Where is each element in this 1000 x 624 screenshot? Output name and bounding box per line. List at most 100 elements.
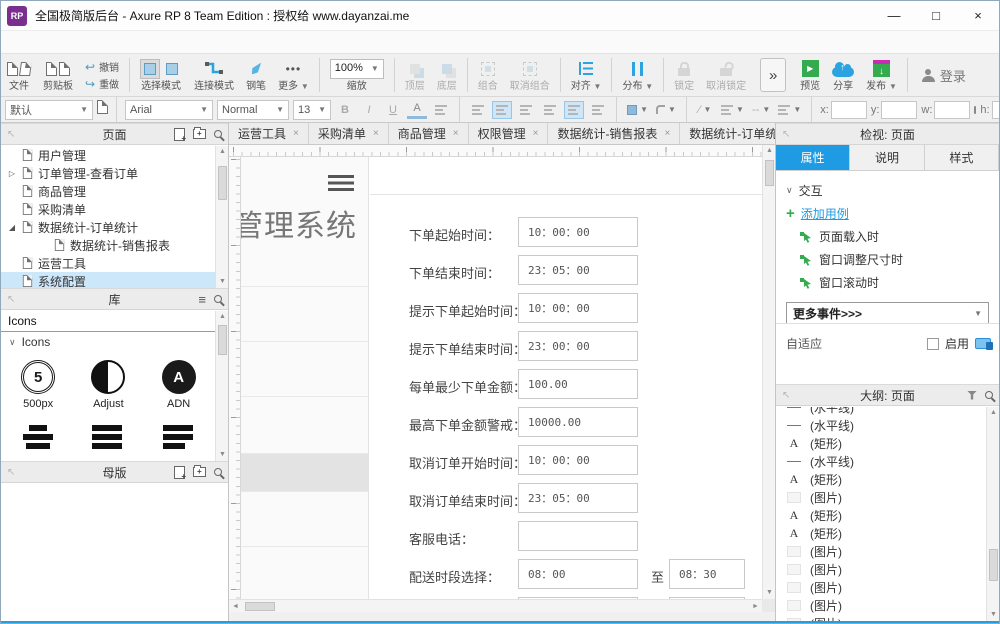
library-widget[interactable]: Adjust [73, 354, 143, 416]
scroll-down-icon[interactable]: ▼ [216, 449, 229, 461]
canvas-tab[interactable]: 商品管理 × [388, 123, 469, 144]
collapse-panel-icon[interactable]: ↖ [782, 129, 790, 140]
inspector-tab[interactable]: 属性 [776, 145, 851, 170]
edit-style-icon[interactable] [97, 100, 108, 119]
page-tree-item[interactable]: 订单管理-查看订单 [1, 164, 228, 182]
unlock-button[interactable]: 取消锁定 [700, 57, 752, 94]
line-width-button[interactable]: ▼ [719, 101, 746, 119]
collapse-panel-icon[interactable]: ↖ [7, 294, 15, 305]
redo-button[interactable]: ↪ 重做 [85, 76, 119, 92]
page-tree-item[interactable]: 商品管理 [1, 182, 228, 200]
menu-item[interactable] [91, 31, 109, 53]
event-item[interactable]: 页面载入时 [786, 225, 989, 248]
distribute-button[interactable]: 分布 ▼ [616, 57, 659, 94]
inspector-tab[interactable]: 样式 [924, 145, 999, 170]
connect-mode-button[interactable]: 连接模式 [188, 57, 240, 94]
tree-expander-icon[interactable] [7, 169, 17, 178]
canvas-tab[interactable]: 运营工具 × [229, 123, 309, 144]
adaptive-views-icon[interactable] [975, 338, 993, 350]
add-folder-icon[interactable] [193, 127, 206, 139]
menu-item[interactable] [109, 31, 127, 53]
close-button[interactable]: × [957, 1, 999, 31]
canvas-tab[interactable]: 数据统计-销售报表 × [548, 123, 681, 144]
page-tree-item[interactable]: 运营工具 [1, 254, 228, 272]
outline-item[interactable]: (图片) [776, 596, 985, 614]
library-widget[interactable] [144, 416, 214, 462]
line-color-button[interactable]: ∕ ▼ [695, 101, 715, 119]
outline-item[interactable]: (矩形) [776, 506, 985, 524]
bullet-list-button[interactable] [431, 101, 451, 119]
scroll-down-icon[interactable]: ▼ [216, 276, 228, 288]
font-size-select[interactable]: 13 ▼ [293, 99, 331, 120]
group-button[interactable]: 组合 [472, 57, 504, 94]
y-coordinate-field[interactable]: y: [871, 100, 918, 119]
outline-item[interactable]: (图片) [776, 488, 985, 506]
arrow-style-button[interactable]: ▼ [776, 101, 803, 119]
line-style-button[interactable]: -- ▼ [750, 101, 772, 119]
canvas-vertical-scrollbar[interactable]: ▲ ▼ [762, 145, 775, 599]
scroll-up-icon[interactable]: ▲ [216, 146, 228, 158]
font-weight-select[interactable]: Normal ▼ [217, 99, 289, 120]
font-family-select[interactable]: Arial ▼ [125, 99, 213, 120]
outline-item[interactable]: (图片) [776, 542, 985, 560]
menu-item[interactable] [37, 31, 55, 53]
event-item[interactable]: 窗口调整尺寸时 [786, 248, 989, 271]
search-icon[interactable] [985, 391, 993, 399]
login-button[interactable]: 登录 [912, 66, 976, 85]
scroll-down-icon[interactable]: ▼ [763, 587, 776, 599]
scroll-up-icon[interactable]: ▲ [216, 311, 229, 323]
link-dimensions-icon[interactable] [974, 105, 977, 114]
x-coordinate-field[interactable]: x: [820, 100, 867, 119]
align-middle-button[interactable] [564, 100, 584, 119]
interaction-section-header[interactable]: ∨ 交互 [786, 179, 989, 201]
pen-button[interactable]: 钢笔 [240, 57, 272, 94]
form-input[interactable]: 23：00：00 [518, 331, 638, 361]
scrollbar-thumb[interactable] [988, 549, 998, 581]
form-input[interactable]: 10：00：00 [518, 445, 638, 475]
form-input[interactable]: 10：00：00 [518, 217, 638, 247]
page-tree-item[interactable]: 采购清单 [1, 200, 228, 218]
maximize-button[interactable]: □ [915, 1, 957, 31]
scrollbar-thumb[interactable] [217, 166, 227, 200]
more-events-select[interactable]: 更多事件>>> ▼ [786, 302, 989, 324]
form-input[interactable] [518, 521, 638, 551]
align-right-button[interactable] [516, 101, 536, 119]
bring-to-front-button[interactable]: 顶层 [399, 57, 431, 94]
library-widget[interactable] [73, 416, 143, 462]
bold-button[interactable]: B [335, 101, 355, 119]
close-icon[interactable]: × [453, 128, 459, 139]
italic-button[interactable]: I [359, 101, 379, 119]
clipboard-button[interactable]: 剪贴板 [37, 57, 79, 94]
form-input[interactable]: 08：00 [518, 559, 638, 589]
menu-item[interactable] [73, 31, 91, 53]
event-item[interactable]: 窗口滚动时 [786, 271, 989, 294]
collapse-panel-icon[interactable]: ↖ [7, 129, 15, 140]
panel-menu-icon[interactable]: ≡ [198, 292, 206, 307]
search-icon[interactable] [214, 468, 222, 476]
tree-expander-icon[interactable] [7, 223, 17, 232]
menu-item[interactable] [55, 31, 73, 53]
send-to-back-button[interactable]: 底层 [431, 57, 463, 94]
filter-icon[interactable] [967, 390, 977, 400]
lock-button[interactable]: 锁定 [668, 57, 700, 94]
align-button[interactable]: 对齐 ▼ [565, 57, 608, 94]
share-button[interactable]: ↑ 分享 [826, 57, 860, 94]
close-icon[interactable]: × [664, 128, 670, 139]
outline-item[interactable]: (水平线) [776, 452, 985, 470]
search-icon[interactable] [214, 130, 222, 138]
design-viewport[interactable]: 管理系统 下单起始时间： 10：00：00 下单结束时间： 23：05：00 提… [241, 157, 762, 599]
canvas-horizontal-scrollbar[interactable]: ◄ ► [229, 599, 762, 612]
add-page-icon[interactable] [174, 127, 186, 143]
scroll-up-icon[interactable]: ▲ [763, 145, 776, 157]
add-case-link[interactable]: + 添加用例 [786, 201, 989, 225]
preview-button[interactable]: ▶ 预览 [794, 57, 826, 94]
add-page-icon[interactable] [174, 465, 186, 481]
close-icon[interactable]: × [373, 128, 379, 139]
scrollbar-thumb[interactable] [245, 601, 275, 611]
underline-button[interactable]: U [383, 101, 403, 119]
close-icon[interactable]: × [293, 128, 299, 139]
form-input[interactable]: 100.00 [518, 369, 638, 399]
toolbar-expand-button[interactable]: » [760, 58, 787, 92]
form-input[interactable]: 10000.00 [518, 407, 638, 437]
menu-item[interactable] [145, 31, 163, 53]
